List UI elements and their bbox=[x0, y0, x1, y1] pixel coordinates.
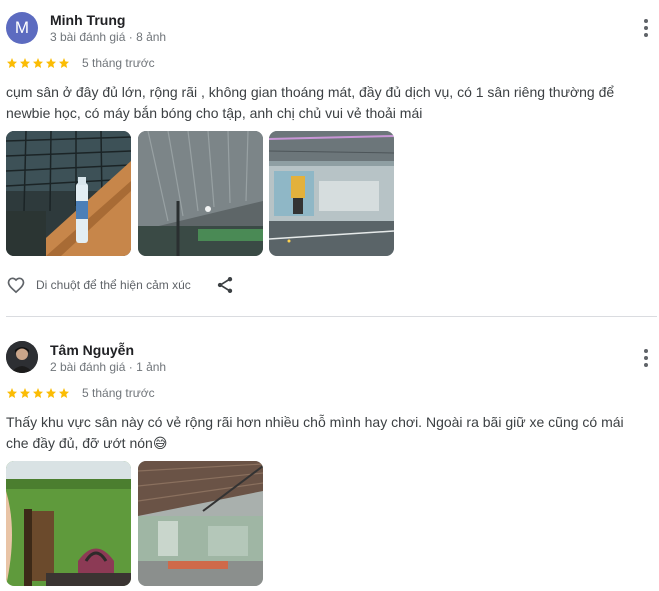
review-photo[interactable] bbox=[269, 131, 394, 256]
star-icon bbox=[33, 58, 43, 68]
star-rating bbox=[6, 387, 70, 399]
more-options-button[interactable] bbox=[636, 346, 656, 370]
author-meta: 2 bài đánh giá · 1 ảnh bbox=[50, 360, 167, 374]
avatar[interactable] bbox=[6, 341, 38, 373]
review-text: Thấy khu vực sân này có vẻ rộng rãi hơn … bbox=[6, 414, 624, 451]
avatar[interactable]: M bbox=[6, 12, 38, 44]
review-time: 5 tháng trước bbox=[82, 386, 155, 400]
more-vert-icon bbox=[644, 19, 648, 23]
heart-outline-icon[interactable] bbox=[6, 275, 26, 295]
review-divider bbox=[6, 316, 657, 317]
review-photo[interactable] bbox=[138, 461, 263, 586]
star-icon bbox=[46, 388, 56, 398]
star-icon bbox=[20, 58, 30, 68]
star-icon bbox=[7, 388, 17, 398]
avatar-letter: M bbox=[14, 18, 30, 37]
star-icon bbox=[59, 388, 69, 398]
share-icon[interactable] bbox=[215, 275, 235, 295]
star-rating bbox=[6, 57, 70, 69]
author-name[interactable]: Tâm Nguyễn bbox=[50, 342, 134, 358]
review-text: cụm sân ở đây đủ lớn, rộng rãi , không g… bbox=[6, 84, 615, 121]
more-options-button[interactable] bbox=[636, 16, 656, 40]
more-vert-icon bbox=[644, 349, 648, 353]
review-photo[interactable] bbox=[6, 131, 131, 256]
review-photo[interactable] bbox=[138, 131, 263, 256]
review-photo[interactable] bbox=[6, 461, 131, 586]
star-icon bbox=[46, 58, 56, 68]
review-actions: Di chuột để thể hiện cảm xúc bbox=[6, 275, 235, 295]
star-icon bbox=[7, 58, 17, 68]
author-name[interactable]: Minh Trung bbox=[50, 12, 125, 28]
star-icon bbox=[20, 388, 30, 398]
author-meta: 3 bài đánh giá · 8 ảnh bbox=[50, 30, 167, 44]
review-time: 5 tháng trước bbox=[82, 56, 155, 70]
star-icon bbox=[59, 58, 69, 68]
avatar-photo bbox=[6, 341, 38, 373]
react-hint: Di chuột để thể hiện cảm xúc bbox=[36, 278, 191, 292]
star-icon bbox=[33, 388, 43, 398]
